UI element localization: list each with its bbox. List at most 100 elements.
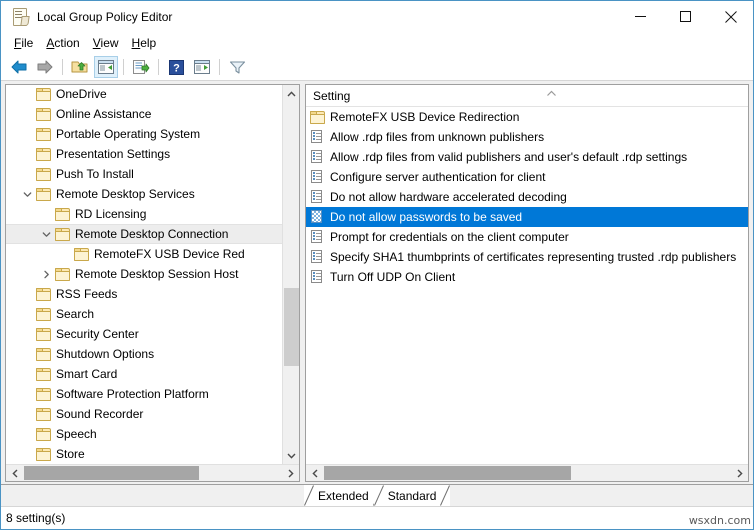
policy-icon	[310, 270, 324, 284]
title-bar[interactable]: Local Group Policy Editor	[1, 1, 753, 32]
tree-horizontal-scrollbar[interactable]	[6, 464, 299, 481]
list-scroll-right-button[interactable]	[731, 465, 748, 481]
tree-item[interactable]: Security Center	[6, 324, 299, 344]
settings-list[interactable]: RemoteFX USB Device RedirectionAllow .rd…	[306, 107, 748, 464]
tree-item[interactable]: OneDrive	[6, 85, 299, 104]
list-row[interactable]: Specify SHA1 thumbprints of certificates…	[306, 247, 748, 267]
tree-item-label: Presentation Settings	[56, 144, 170, 164]
window-title: Local Group Policy Editor	[37, 10, 172, 24]
watermark: wsxdn.com	[689, 514, 751, 527]
tree-indent	[6, 414, 19, 415]
tree-item[interactable]: Presentation Settings	[6, 144, 299, 164]
tree-item[interactable]: Search	[6, 304, 299, 324]
console-tree[interactable]: OneDriveOnline AssistancePortable Operat…	[6, 85, 299, 464]
tree-twisty-empty	[19, 384, 36, 404]
column-header-setting[interactable]: Setting	[306, 89, 350, 103]
policy-icon	[310, 250, 324, 264]
tab-standard[interactable]: Standard	[374, 485, 451, 506]
filter-icon[interactable]	[225, 56, 249, 78]
content-area: OneDriveOnline AssistancePortable Operat…	[1, 81, 753, 484]
minimize-button[interactable]	[618, 1, 663, 32]
tree-item[interactable]: Portable Operating System	[6, 124, 299, 144]
toolbar-separator	[62, 59, 63, 75]
tree-item[interactable]: Push To Install	[6, 164, 299, 184]
menu-help[interactable]: Help	[128, 34, 166, 53]
tree-item[interactable]: Smart Card	[6, 364, 299, 384]
tree-indent	[6, 454, 19, 455]
tab-extended[interactable]: Extended	[304, 485, 383, 506]
tree-item[interactable]: RSS Feeds	[6, 284, 299, 304]
list-column-header[interactable]: Setting	[306, 85, 748, 107]
tree-item[interactable]: RemoteFX USB Device Red	[6, 244, 299, 264]
list-horizontal-scrollbar[interactable]	[306, 464, 748, 481]
tree-item[interactable]: Remote Desktop Session Host	[6, 264, 299, 284]
tree-twisty-empty	[57, 244, 74, 264]
menu-file[interactable]: File	[10, 34, 42, 53]
show-action-pane-icon[interactable]	[190, 56, 214, 78]
tree-scroll-thumb[interactable]	[284, 288, 299, 366]
list-hscroll-thumb[interactable]	[324, 466, 571, 480]
forward-icon[interactable]	[33, 56, 57, 78]
folder-icon	[36, 328, 51, 341]
folder-icon	[36, 188, 51, 201]
menu-view[interactable]: View	[89, 34, 128, 53]
list-row-selected[interactable]: Do not allow passwords to be saved	[306, 207, 748, 227]
show-tree-icon[interactable]	[94, 56, 118, 78]
tree-item[interactable]: Online Assistance	[6, 104, 299, 124]
folder-icon	[36, 348, 51, 361]
tree-item-selected[interactable]: Remote Desktop Connection	[6, 224, 299, 244]
list-row-label: Prompt for credentials on the client com…	[330, 227, 569, 247]
tree-item[interactable]: Sound Recorder	[6, 404, 299, 424]
export-list-icon[interactable]	[129, 56, 153, 78]
chevron-down-icon[interactable]	[19, 184, 36, 204]
tree-hscroll-thumb[interactable]	[24, 466, 199, 480]
tree-vertical-scrollbar[interactable]	[282, 85, 299, 464]
tree-indent	[6, 214, 38, 215]
back-icon[interactable]	[7, 56, 31, 78]
tree-scroll-down-button[interactable]	[283, 447, 299, 464]
toolbar-separator	[158, 59, 159, 75]
list-row[interactable]: Configure server authentication for clie…	[306, 167, 748, 187]
tree-item-label: Shutdown Options	[56, 344, 154, 364]
tree-scroll-right-button[interactable]	[282, 465, 299, 481]
tree-indent	[6, 174, 19, 175]
tree-scroll-left-button[interactable]	[6, 465, 23, 481]
tree-twisty-empty	[19, 364, 36, 384]
tree-item-label: RemoteFX USB Device Red	[94, 244, 245, 264]
status-bar: 8 setting(s) wsxdn.com	[1, 506, 753, 529]
list-row-label: Specify SHA1 thumbprints of certificates…	[330, 247, 736, 267]
folder-icon	[310, 111, 325, 124]
tree-item[interactable]: Software Protection Platform	[6, 384, 299, 404]
tree-scroll-up-button[interactable]	[283, 85, 299, 102]
tree-twisty-empty	[19, 164, 36, 184]
menu-view-label: iew	[101, 36, 119, 50]
tree-twisty-empty	[19, 144, 36, 164]
maximize-button[interactable]	[663, 1, 708, 32]
up-folder-icon[interactable]	[68, 56, 92, 78]
tree-item[interactable]: Speech	[6, 424, 299, 444]
list-row-label: Turn Off UDP On Client	[330, 267, 455, 287]
tree-indent	[6, 154, 19, 155]
help-icon[interactable]: ?	[164, 56, 188, 78]
chevron-right-icon[interactable]	[38, 264, 55, 284]
menu-bar: File Action View Help	[1, 32, 753, 54]
menu-action[interactable]: Action	[42, 34, 88, 53]
list-row[interactable]: Turn Off UDP On Client	[306, 267, 748, 287]
list-row[interactable]: Allow .rdp files from unknown publishers	[306, 127, 748, 147]
tree-item[interactable]: Remote Desktop Services	[6, 184, 299, 204]
chevron-down-icon[interactable]	[38, 224, 55, 244]
list-row[interactable]: RemoteFX USB Device Redirection	[306, 107, 748, 127]
list-row[interactable]: Do not allow hardware accelerated decodi…	[306, 187, 748, 207]
folder-icon	[55, 268, 70, 281]
list-row[interactable]: Allow .rdp files from valid publishers a…	[306, 147, 748, 167]
tree-item-label: Sound Recorder	[56, 404, 143, 424]
list-row[interactable]: Prompt for credentials on the client com…	[306, 227, 748, 247]
close-button[interactable]	[708, 1, 753, 32]
list-scroll-left-button[interactable]	[306, 465, 323, 481]
tree-item[interactable]: Store	[6, 444, 299, 464]
folder-icon	[36, 288, 51, 301]
list-row-label: RemoteFX USB Device Redirection	[330, 107, 519, 127]
tree-item[interactable]: RD Licensing	[6, 204, 299, 224]
tree-item-label: OneDrive	[56, 85, 107, 104]
tree-item[interactable]: Shutdown Options	[6, 344, 299, 364]
